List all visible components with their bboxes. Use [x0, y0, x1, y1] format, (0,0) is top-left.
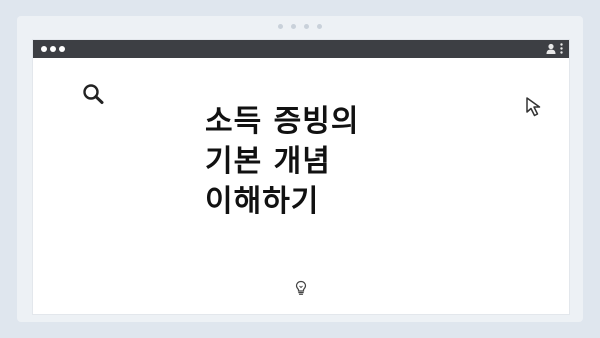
window-controls [41, 46, 65, 52]
close-dot[interactable] [41, 46, 47, 52]
title-line: 기본 개념 [205, 144, 331, 179]
page-title: 소득 증빙의 기본 개념 이해하기 [205, 102, 359, 222]
frame-dot [317, 24, 322, 29]
page-content: 소득 증빙의 기본 개념 이해하기 [33, 58, 569, 314]
titlebar-actions [546, 43, 563, 54]
lightbulb-icon [295, 280, 307, 295]
more-vertical-icon[interactable] [560, 43, 563, 54]
cursor-arrow-icon [526, 97, 541, 117]
search-icon [83, 84, 104, 104]
frame-dot [291, 24, 296, 29]
frame-dot [278, 24, 283, 29]
minimize-dot[interactable] [50, 46, 56, 52]
title-line: 소득 증빙의 [205, 104, 360, 139]
window-titlebar [33, 40, 569, 58]
frame-dot [304, 24, 309, 29]
user-icon[interactable] [546, 43, 556, 54]
browser-window: 소득 증빙의 기본 개념 이해하기 [33, 40, 569, 314]
title-line: 이해하기 [205, 184, 320, 219]
maximize-dot[interactable] [59, 46, 65, 52]
frame-dots [278, 24, 322, 29]
